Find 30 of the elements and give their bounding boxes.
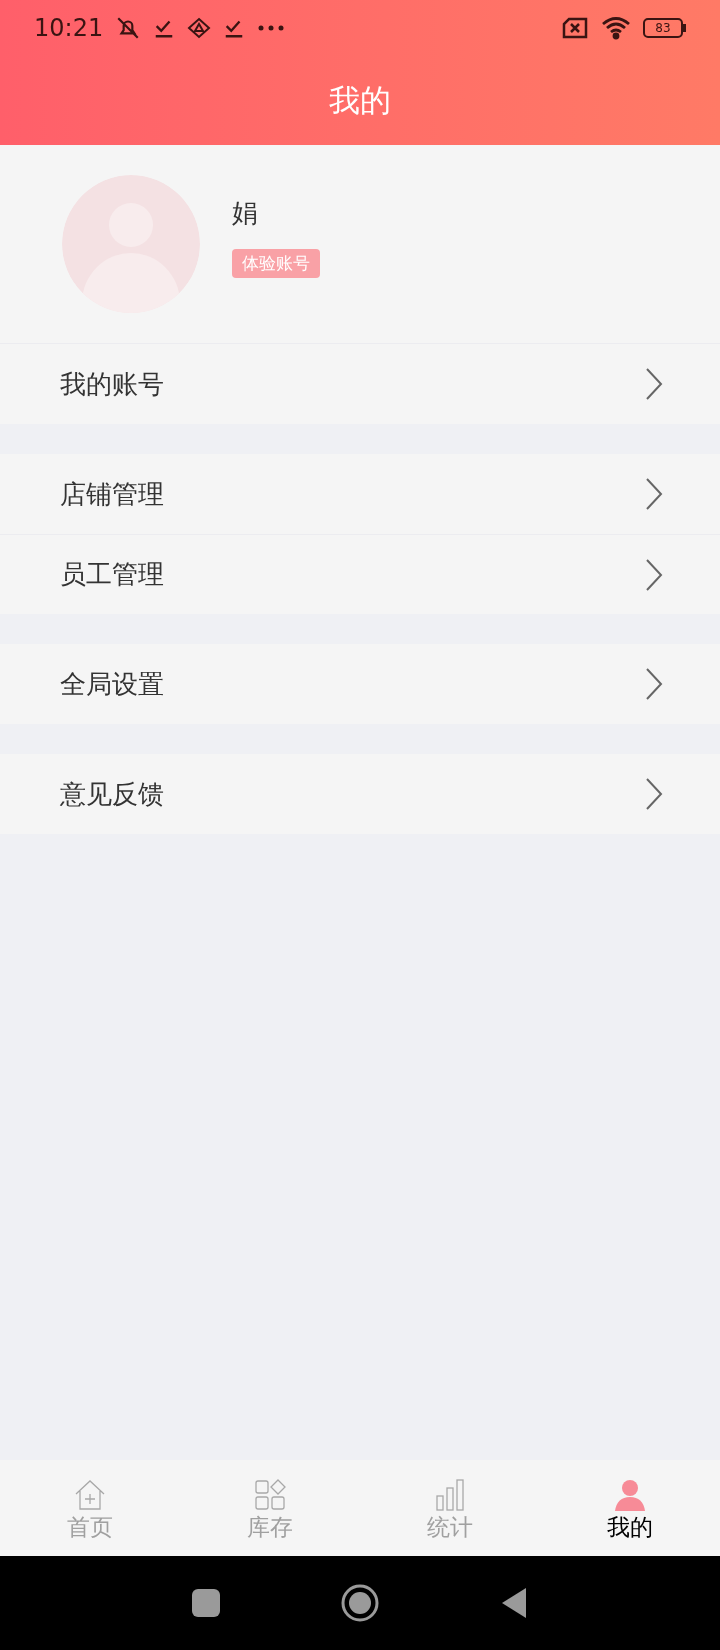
user-name: 娟 — [232, 196, 258, 230]
chevron-right-icon — [644, 477, 664, 511]
menu-label: 店铺管理 — [60, 477, 164, 511]
menu-row[interactable]: 我的账号 — [0, 344, 720, 424]
bar-chart-icon — [433, 1477, 467, 1512]
status-time: 10:21 — [34, 12, 104, 44]
recents-button[interactable] — [192, 1589, 220, 1617]
wifi-icon — [601, 15, 631, 40]
chevron-right-icon — [644, 777, 664, 811]
battery-level: 83 — [655, 21, 671, 34]
home-button[interactable] — [340, 1583, 380, 1623]
chevron-right-icon — [644, 667, 664, 701]
menu-label: 全局设置 — [60, 667, 164, 701]
sim-icon — [561, 16, 589, 39]
account-badge: 体验账号 — [232, 248, 320, 279]
menu-label: 意见反馈 — [60, 777, 164, 811]
menu-label: 员工管理 — [60, 558, 164, 591]
chevron-right-icon — [644, 557, 664, 592]
page-title: 我的 — [329, 80, 391, 120]
more-icon — [257, 23, 286, 32]
menu-row[interactable]: 意见反馈 — [0, 754, 720, 834]
chevron-right-icon — [644, 367, 664, 401]
triangle-icon — [187, 15, 212, 40]
menu-row[interactable]: 店铺管理 — [0, 454, 720, 534]
menu-row[interactable]: 全局设置 — [0, 644, 720, 724]
tab[interactable]: 我的 — [540, 1460, 720, 1556]
person-icon — [613, 1477, 647, 1512]
back-button[interactable] — [500, 1586, 528, 1620]
grid-icon — [253, 1477, 287, 1512]
menu-label: 我的账号 — [60, 367, 164, 401]
